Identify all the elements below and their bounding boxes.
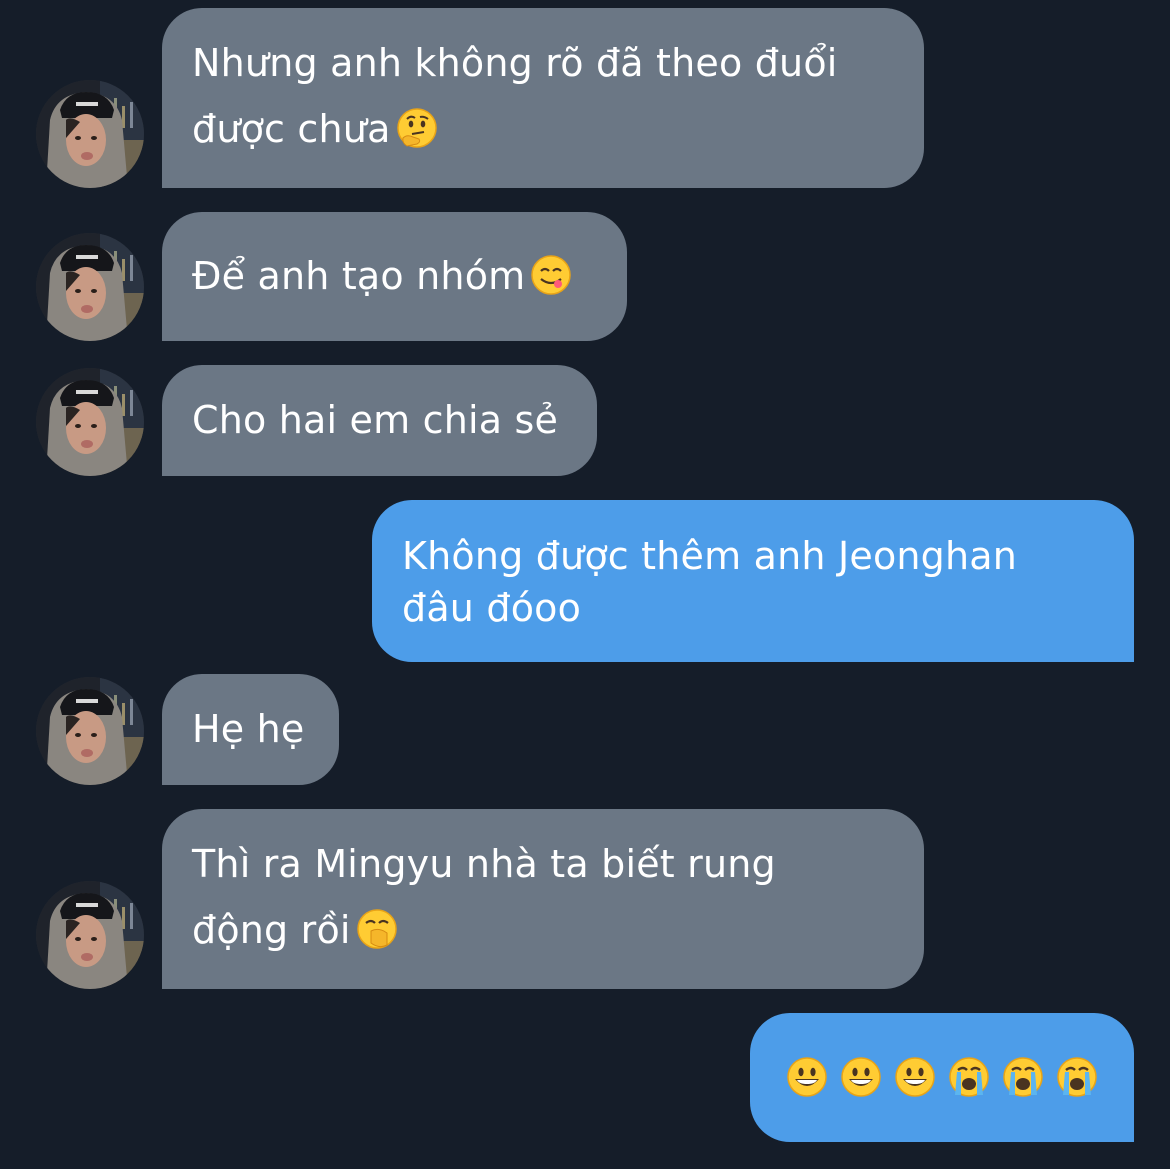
message-line: Nhưng anh không rõ đã theo đuổi: [192, 41, 838, 85]
incoming-message-bubble[interactable]: Hẹ hẹ: [162, 674, 339, 785]
incoming-message-bubble[interactable]: Thì ra Mingyu nhà ta biết rung động rồi: [162, 809, 924, 989]
message-line: Cho hai em chia sẻ: [192, 398, 559, 442]
sender-avatar[interactable]: [36, 368, 144, 476]
sender-avatar[interactable]: [36, 233, 144, 341]
outgoing-message-bubble[interactable]: Không được thêm anh Jeonghan đâu đóoo: [372, 500, 1134, 662]
loudly-crying-face-icon: [1003, 1057, 1043, 1097]
grinning-face-icon: [787, 1057, 827, 1097]
grinning-face-icon: [841, 1057, 881, 1097]
loudly-crying-face-icon: [949, 1057, 989, 1097]
message-line: Để anh tạo nhóm: [192, 254, 526, 298]
thinking-face-icon: [396, 108, 437, 148]
outgoing-message-bubble[interactable]: [750, 1013, 1134, 1142]
sender-avatar[interactable]: [36, 881, 144, 989]
message-line: Thì ra Mingyu nhà ta biết rung: [192, 842, 776, 886]
yawning-face-icon: [356, 909, 397, 949]
message-line: Không được thêm anh Jeonghan: [402, 534, 1018, 578]
face-savoring-food-icon: [531, 255, 572, 295]
sender-avatar[interactable]: [36, 677, 144, 785]
incoming-message-bubble[interactable]: Nhưng anh không rõ đã theo đuổi được chư…: [162, 8, 924, 188]
sender-avatar[interactable]: [36, 80, 144, 188]
incoming-message-bubble[interactable]: Để anh tạo nhóm: [162, 212, 627, 341]
message-line: đâu đóoo: [402, 586, 582, 630]
message-line: Hẹ hẹ: [192, 707, 305, 751]
message-line: động rồi: [192, 908, 351, 952]
loudly-crying-face-icon: [1057, 1057, 1097, 1097]
grinning-face-icon: [895, 1057, 935, 1097]
incoming-message-bubble[interactable]: Cho hai em chia sẻ: [162, 365, 597, 476]
message-line: được chưa: [192, 107, 391, 151]
